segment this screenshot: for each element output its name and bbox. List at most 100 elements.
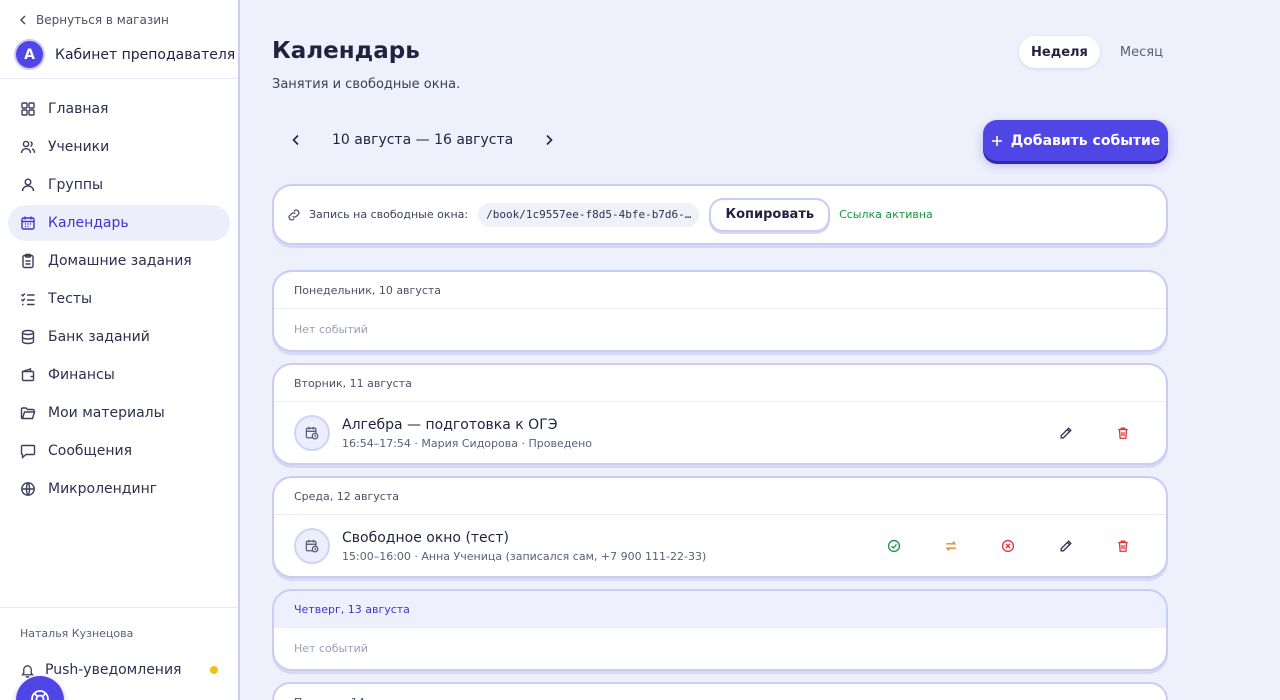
brand-avatar: A [16, 41, 43, 68]
sidebar-item-students[interactable]: Ученики [8, 129, 230, 165]
day-header: Понедельник, 10 августа [274, 272, 1166, 309]
sidebar-item-label: Банк заданий [48, 329, 150, 345]
chat-icon [20, 444, 36, 459]
back-to-store-link[interactable]: Вернуться в магазин [18, 12, 169, 28]
sidebar-item-label: Ученики [48, 139, 110, 155]
push-notifications-item[interactable]: Push-уведомления [20, 660, 220, 680]
day-header: Среда, 12 августа [274, 478, 1166, 515]
view-month-button[interactable]: Месяц [1108, 36, 1175, 68]
sidebar-item-groups[interactable]: Группы [8, 167, 230, 203]
sidebar-item-microlanding[interactable]: Микролендинг [8, 471, 230, 507]
notification-dot [210, 666, 218, 674]
database-icon [21, 329, 35, 345]
prev-week-button[interactable] [284, 126, 308, 154]
sidebar-item-messages[interactable]: Сообщения [8, 433, 230, 469]
page-title: Календарь [272, 38, 420, 64]
sidebar-item-calendar[interactable]: Календарь [8, 205, 230, 241]
booking-link-value[interactable]: /book/1c9557ee-f8d5-4bfe-b7d6-… [478, 202, 700, 227]
sidebar-item-label: Календарь [48, 215, 129, 231]
event-row[interactable]: Алгебра — подготовка к ОГЭ 16:54–17:54 ·… [274, 402, 1166, 463]
globe-icon [21, 482, 35, 496]
sidebar-item-label: Финансы [48, 367, 115, 383]
day-header: Пятница, 14 августа [274, 684, 1166, 700]
edit-event-button[interactable] [1052, 419, 1080, 447]
sidebar-item-materials[interactable]: Мои материалы [8, 395, 230, 431]
push-notifications-label: Push-уведомления [45, 662, 182, 678]
no-events-text: Нет событий [294, 641, 368, 655]
sidebar-item-task-bank[interactable]: Банк заданий [8, 319, 230, 355]
grid-icon [21, 102, 35, 116]
day-card-friday: Пятница, 14 августа [272, 682, 1168, 700]
copy-link-button[interactable]: Копировать [709, 197, 831, 232]
event-row[interactable]: Свободное окно (тест) 15:00–16:00 · Анна… [274, 515, 1166, 576]
sidebar-item-label: Домашние задания [48, 253, 192, 269]
x-circle-icon [1001, 539, 1015, 553]
event-meta: 16:54–17:54 · Мария Сидорова · Проведено [342, 436, 592, 450]
sidebar-item-finance[interactable]: Финансы [8, 357, 230, 393]
sidebar-item-label: Тесты [48, 291, 93, 307]
sidebar-item-home[interactable]: Главная [8, 91, 230, 127]
trash-icon [1118, 540, 1128, 552]
day-header: Четверг, 13 августа [274, 591, 1166, 628]
day-card-monday: Понедельник, 10 августа Нет событий [272, 270, 1168, 352]
sidebar-item-label: Группы [48, 177, 104, 193]
week-range-label: 10 августа — 16 августа [332, 132, 514, 148]
calendar-clock-icon [305, 426, 319, 440]
link-icon [288, 208, 300, 221]
booking-link-card: Запись на свободные окна: /book/1c9557ee… [272, 184, 1168, 245]
bell-icon [21, 664, 34, 678]
event-meta: 15:00–16:00 · Анна Ученица (записался са… [342, 549, 707, 563]
sidebar-item-tests[interactable]: Тесты [8, 281, 230, 317]
check-circle-icon [887, 539, 901, 553]
page-subtitle: Занятия и свободные окна. [272, 77, 461, 92]
chevron-left-icon [292, 134, 299, 146]
delete-event-button[interactable] [1109, 419, 1137, 447]
link-status: Ссылка активна [839, 208, 933, 221]
day-card-thursday: Четверг, 13 августа Нет событий [272, 589, 1168, 671]
chevron-right-icon [546, 134, 553, 146]
sidebar-item-label: Микролендинг [48, 481, 158, 497]
user-group-icon [21, 178, 35, 192]
sidebar-item-label: Главная [48, 101, 109, 117]
event-title: Свободное окно (тест) [342, 529, 509, 546]
booking-link-label: Запись на свободные окна: [309, 208, 469, 221]
event-icon [294, 415, 330, 451]
add-event-button[interactable]: Добавить событие [983, 120, 1168, 161]
sidebar: Вернуться в магазин A Кабинет преподават… [0, 0, 240, 700]
add-event-label: Добавить событие [1010, 132, 1161, 149]
confirm-booking-button[interactable] [880, 532, 908, 560]
trash-icon [1118, 427, 1128, 439]
back-link-label: Вернуться в магазин [36, 13, 169, 27]
event-title: Алгебра — подготовка к ОГЭ [342, 416, 558, 433]
pencil-icon [1060, 540, 1072, 552]
sidebar-divider [0, 607, 238, 608]
reschedule-button[interactable] [937, 532, 965, 560]
day-card-tuesday: Вторник, 11 августа Алгебра — подготовка… [272, 363, 1168, 465]
user-name: Наталья Кузнецова [20, 627, 134, 640]
edit-event-button[interactable] [1052, 532, 1080, 560]
plus-icon [991, 135, 1002, 146]
sidebar-item-label: Мои материалы [48, 405, 165, 421]
brand: A Кабинет преподавателя [16, 41, 235, 68]
lifebuoy-icon [31, 690, 49, 700]
day-header: Вторник, 11 августа [274, 365, 1166, 402]
day-card-wednesday: Среда, 12 августа Свободное окно (тест) … [272, 476, 1168, 578]
sidebar-item-homework[interactable]: Домашние задания [8, 243, 230, 279]
calendar-clock-icon [305, 539, 319, 553]
sidebar-item-label: Сообщения [48, 443, 133, 459]
cancel-booking-button[interactable] [994, 532, 1022, 560]
no-events-text: Нет событий [294, 322, 368, 336]
sidebar-nav: Главная Ученики Группы Календарь Домашни… [8, 91, 230, 509]
checklist-icon [21, 293, 35, 306]
chevron-left-icon [19, 15, 26, 25]
next-week-button[interactable] [537, 126, 561, 154]
week-navigator: 10 августа — 16 августа [284, 126, 561, 154]
view-week-button[interactable]: Неделя [1019, 36, 1100, 68]
brand-title: Кабинет преподавателя [55, 46, 236, 63]
delete-event-button[interactable] [1109, 532, 1137, 560]
users-icon [20, 140, 36, 154]
wallet-icon [21, 368, 35, 382]
sidebar-divider [0, 78, 238, 79]
folder-icon [20, 407, 36, 420]
view-toggle: Неделя Месяц [1019, 36, 1175, 68]
